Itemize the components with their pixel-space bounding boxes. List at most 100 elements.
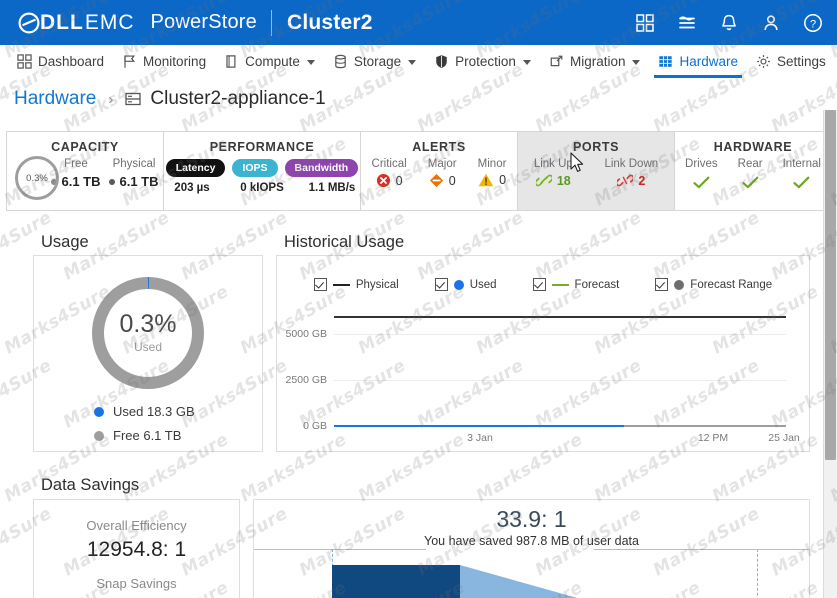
kpi-title: PORTS xyxy=(573,140,619,154)
product-name: PowerStore xyxy=(151,11,258,34)
dell-logo xyxy=(18,12,40,34)
kpi-value: 2 xyxy=(638,174,645,188)
bandwidth-pill[interactable]: Bandwidth xyxy=(285,159,359,177)
dashboard-content: Usage Historical Usage Data Savings 0.3%… xyxy=(0,211,824,598)
kpi-value: 0 xyxy=(449,174,456,188)
kpi-card-ports[interactable]: PORTS Link Up 18 Link Down xyxy=(517,131,675,211)
ports-link-up-col[interactable]: Link Up 18 xyxy=(534,158,573,188)
savings-ratio: 33.9: 1 xyxy=(254,506,809,533)
vertical-scrollbar-thumb[interactable] xyxy=(825,110,836,460)
breadcrumb-current: Cluster2-appliance-1 xyxy=(150,88,325,110)
overall-efficiency-value: 12954.8: 1 xyxy=(34,538,239,562)
chevron-down-icon xyxy=(523,60,531,65)
apps-grid-icon[interactable] xyxy=(635,13,655,33)
y-tick-label: 2500 GB xyxy=(286,374,327,386)
storage-database-icon xyxy=(333,54,348,69)
historical-usage-panel: Physical Used Forecast Forecast Range xyxy=(276,255,810,452)
kpi-summary-strip: 0.3% CAPACITY Free 6.1 TB Physical 6.1 T… xyxy=(6,131,831,211)
nav-label: Settings xyxy=(777,54,826,69)
flag-icon xyxy=(122,54,137,69)
chart-legend: Physical Used Forecast Forecast Range xyxy=(277,278,809,291)
kpi-card-alerts[interactable]: ALERTS Critical 0 Major xyxy=(360,131,518,211)
hardware-drives-col[interactable]: Drives xyxy=(685,158,718,190)
x-tick-label: 12 PM xyxy=(698,432,728,444)
legend-item-physical[interactable]: Physical xyxy=(314,278,399,291)
nav-item-migration[interactable]: Migration xyxy=(540,45,650,78)
hardware-internal-col[interactable]: Internal xyxy=(783,158,821,190)
jobs-stack-icon[interactable] xyxy=(677,13,697,33)
savings-subtitle: You have saved 987.8 MB of user data xyxy=(254,534,809,548)
chevron-down-icon xyxy=(307,60,315,65)
hardware-rear-col[interactable]: Rear xyxy=(738,158,763,190)
kpi-value: 6.1 TB xyxy=(119,174,158,189)
link-down-icon xyxy=(617,173,633,188)
nav-item-monitoring[interactable]: Monitoring xyxy=(113,45,215,78)
historical-usage-section-title: Historical Usage xyxy=(284,233,404,252)
checkbox-forecast-range[interactable] xyxy=(655,278,668,291)
hardware-grid-icon xyxy=(658,54,673,69)
kpi-card-hardware[interactable]: HARDWARE Drives Rear Internal xyxy=(674,131,832,211)
alerts-major-col[interactable]: Major 0 xyxy=(428,158,457,188)
kpi-card-capacity[interactable]: 0.3% CAPACITY Free 6.1 TB Physical 6.1 T… xyxy=(6,131,164,211)
nav-item-storage[interactable]: Storage xyxy=(324,45,425,78)
nav-item-hardware[interactable]: Hardware xyxy=(649,45,747,78)
chevron-down-icon xyxy=(408,60,416,65)
x-tick-label: 3 Jan xyxy=(467,432,493,444)
swatch-forecast-range-dot xyxy=(674,280,684,290)
legend-dot xyxy=(109,179,115,185)
vertical-scrollbar[interactable] xyxy=(823,110,837,598)
dell-wordmark-rest: LL xyxy=(56,11,84,35)
data-savings-summary-panel: Overall Efficiency 12954.8: 1 Snap Savin… xyxy=(33,499,240,598)
breadcrumb-separator: › xyxy=(108,91,113,108)
checkbox-forecast[interactable] xyxy=(533,278,546,291)
breadcrumb-root-link[interactable]: Hardware xyxy=(14,88,96,110)
nav-item-protection[interactable]: Protection xyxy=(425,45,540,78)
historical-usage-plot: 0 GB 2500 GB 5000 GB 3 Jan 12 PM 25 Jan xyxy=(334,314,786,426)
compute-icon xyxy=(224,54,239,69)
legend-item-used[interactable]: Used xyxy=(435,278,497,291)
ports-link-down-col[interactable]: Link Down 2 xyxy=(604,158,658,188)
kpi-value: 0 xyxy=(499,173,506,187)
chevron-down-icon xyxy=(632,60,640,65)
user-account-icon[interactable] xyxy=(761,13,781,33)
iops-pill[interactable]: IOPS xyxy=(232,159,277,177)
alerts-minor-col[interactable]: Minor 0 xyxy=(478,158,507,188)
appliance-icon xyxy=(125,92,141,106)
nav-item-dashboard[interactable]: Dashboard xyxy=(8,45,113,78)
nav-label: Hardware xyxy=(679,54,738,69)
nav-item-settings[interactable]: Settings xyxy=(747,45,835,78)
data-savings-section-title: Data Savings xyxy=(41,476,139,495)
kpi-label: Free xyxy=(64,158,88,170)
kpi-card-performance[interactable]: PERFORMANCE Latency IOPS Bandwidth 203 µ… xyxy=(163,131,361,211)
kpi-title: CAPACITY xyxy=(51,140,119,154)
usage-donut-chart: 0.3% Used xyxy=(89,274,207,392)
checkbox-used[interactable] xyxy=(435,278,448,291)
data-savings-funnel-panel: 33.9: 1 You have saved 987.8 MB of user … xyxy=(253,499,810,598)
alerts-bell-icon[interactable] xyxy=(719,13,739,33)
breadcrumb: Hardware › Cluster2-appliance-1 xyxy=(0,78,837,120)
checkbox-physical[interactable] xyxy=(314,278,327,291)
overall-efficiency-label: Overall Efficiency xyxy=(34,518,239,533)
kpi-label: Rear xyxy=(738,158,763,170)
link-up-icon xyxy=(536,173,552,188)
legend-item-forecast[interactable]: Forecast xyxy=(533,278,620,291)
nav-item-compute[interactable]: Compute xyxy=(215,45,324,78)
legend-label: Forecast Range xyxy=(690,279,772,291)
legend-item-forecast-range[interactable]: Forecast Range xyxy=(655,278,772,291)
usage-percent-label: Used xyxy=(134,340,162,354)
help-question-icon[interactable]: ? xyxy=(803,13,823,33)
gridline-2500: 2500 GB xyxy=(334,380,786,381)
kpi-title: HARDWARE xyxy=(714,140,792,154)
y-tick-label: 0 GB xyxy=(303,420,327,432)
usage-panel: 0.3% Used Used 18.3 GB Free 6.1 TB xyxy=(33,255,263,452)
series-forecast xyxy=(624,425,786,427)
latency-pill[interactable]: Latency xyxy=(166,159,226,177)
alerts-critical-col[interactable]: Critical 0 xyxy=(372,158,407,188)
kpi-label: Link Down xyxy=(604,158,658,170)
usage-donut-center: 0.3% Used xyxy=(89,274,207,392)
kpi-label: Drives xyxy=(685,158,718,170)
series-used xyxy=(334,425,624,427)
legend-dot-used xyxy=(94,407,104,417)
migration-icon xyxy=(549,54,564,69)
capacity-free-col: Free 6.1 TB xyxy=(51,158,100,189)
